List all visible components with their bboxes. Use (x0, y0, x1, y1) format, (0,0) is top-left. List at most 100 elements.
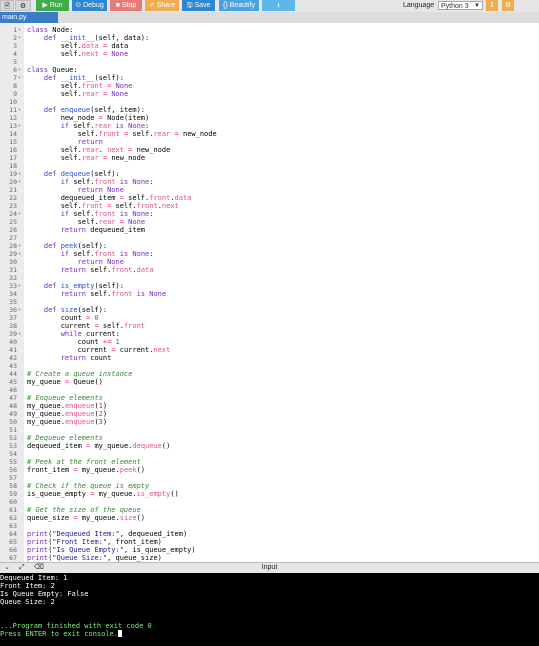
fold-arrow-icon[interactable]: ▾ (18, 34, 24, 42)
code-text: return self.front.data (27, 266, 154, 274)
fold-arrow-icon[interactable]: ▾ (18, 74, 24, 82)
fold-arrow-icon[interactable]: ▾ (18, 66, 24, 74)
code-text: count += 1 (27, 338, 120, 346)
code-token: return (77, 138, 103, 146)
stop-button[interactable]: ■ Stop (110, 0, 142, 11)
code-token: "Queue Size:" (52, 554, 108, 562)
code-line: 35 (0, 298, 539, 306)
code-token: 1 (115, 338, 120, 346)
console-cursor (118, 630, 123, 637)
code-line: 61 # Get the size of the queue (0, 506, 539, 514)
fold-arrow-icon[interactable]: ▾ (18, 210, 24, 218)
code-line: 37 count = 0 (0, 314, 539, 322)
fold-arrow-icon[interactable]: ▾ (18, 122, 24, 130)
code-token: "Dequeued Item:" (52, 530, 120, 538)
line-number: 64 (9, 530, 17, 538)
code-token: None (128, 218, 146, 226)
code-line: 63 (0, 522, 539, 530)
code-text: return count (27, 354, 112, 362)
language-select[interactable]: Python 3 ▼ (438, 1, 483, 10)
fold-arrow-icon[interactable]: ▾ (18, 170, 24, 178)
fold-arrow-icon[interactable]: ▾ (18, 250, 24, 258)
code-token: front (111, 290, 133, 298)
run-button[interactable]: ▶ Run (36, 0, 69, 11)
code-line: 46 (0, 386, 539, 394)
settings-icon[interactable]: ⚙ (15, 0, 31, 11)
code-token: : (149, 178, 154, 186)
line-number: 10 (9, 98, 17, 106)
fold-arrow-icon[interactable]: ▾ (18, 106, 24, 114)
fold-arrow-icon[interactable]: ▾ (18, 26, 24, 34)
line-number: 66 (9, 546, 17, 554)
code-token: is_queue_empty (27, 490, 91, 498)
line-number: 18 (9, 162, 17, 170)
code-editor[interactable]: 1 ▾ class Node: 2 ▾ def __init__(self, data)… (0, 23, 539, 562)
code-token: : (149, 210, 154, 218)
console-output[interactable]: Dequeued Item: 1 Front Item: 2 Is Queue Em… (0, 573, 539, 646)
code-token: enqueue (64, 410, 95, 418)
debug-button[interactable]: ⊙ Debug (72, 0, 107, 11)
code-text: return self.front is None (27, 290, 166, 298)
code-text: if self.rear is None: (27, 122, 150, 130)
code-text: def peek(self): (27, 242, 107, 250)
code-token: new_node (111, 154, 146, 162)
code-token: None (111, 90, 129, 98)
code-token: enqueue (64, 402, 95, 410)
code-token: Queue() (73, 378, 103, 386)
code-line: 67 print("Queue Size:", queue_size) (0, 554, 539, 562)
console-line: Queue Size: 2 (0, 598, 55, 606)
line-number: 23 (9, 202, 17, 210)
fold-arrow-icon[interactable]: ▾ (18, 306, 24, 314)
fold-arrow-icon[interactable]: ▾ (18, 282, 24, 290)
line-number: 31 (9, 266, 17, 274)
code-token: self. (27, 202, 82, 210)
code-token: peek (60, 242, 78, 250)
code-token: def (43, 34, 61, 42)
code-token: def (43, 106, 61, 114)
file-icon[interactable]: 🗎 (0, 0, 14, 11)
code-line: 55 # Peek at the front element (0, 458, 539, 466)
fold-arrow-icon[interactable]: ▾ (18, 178, 24, 186)
code-token: current (27, 346, 112, 354)
code-line: 62 queue_size = my_queue.size() (0, 514, 539, 522)
code-token: # Check if the queue is empty (27, 482, 150, 490)
save-button[interactable]: 🖫 Save (182, 0, 215, 11)
fold-arrow-icon[interactable]: ▾ (18, 242, 24, 250)
code-token: size (119, 514, 137, 522)
code-token: my_queue. (98, 490, 137, 498)
console-line: Dequeued Item: 1 (0, 574, 67, 582)
tab-main-py[interactable]: main.py (0, 12, 58, 23)
code-token: if (60, 210, 74, 218)
fold-arrow-icon[interactable]: ▾ (18, 330, 24, 338)
code-text: def __init__(self, data): (27, 34, 149, 42)
code-token: = (94, 322, 103, 330)
code-token: front (81, 202, 103, 210)
code-token: 0 (94, 314, 99, 322)
code-token: : (149, 250, 154, 258)
code-text: self.rear = None (27, 90, 128, 98)
share-button[interactable]: ⇗ Share (145, 0, 179, 11)
code-text: # Create a queue instance (27, 370, 132, 378)
code-token: None (132, 250, 150, 258)
code-token: dequeued_item (90, 226, 146, 234)
tab-bar: main.py (0, 12, 539, 23)
code-token: next (81, 50, 99, 58)
code-token: = (102, 82, 116, 90)
code-text: dequeued_item = self.front.data (27, 194, 192, 202)
code-line: 31 return self.front.data (0, 266, 539, 274)
code-text: # Enqueue elements (27, 394, 103, 402)
line-number: 16 (9, 146, 17, 154)
gear-icon[interactable]: ⚙ (502, 0, 514, 11)
code-line: 64 print("Dequeued Item:", dequeued_item) (0, 530, 539, 538)
code-token: data (111, 42, 129, 50)
download-icon[interactable]: ⭳ (262, 0, 295, 11)
code-token: front (94, 178, 116, 186)
beautify-button[interactable]: {} Beautify (219, 0, 259, 11)
info-icon[interactable]: ℹ (486, 0, 498, 11)
line-number: 21 (9, 186, 17, 194)
code-line: 38 current = self.front (0, 322, 539, 330)
